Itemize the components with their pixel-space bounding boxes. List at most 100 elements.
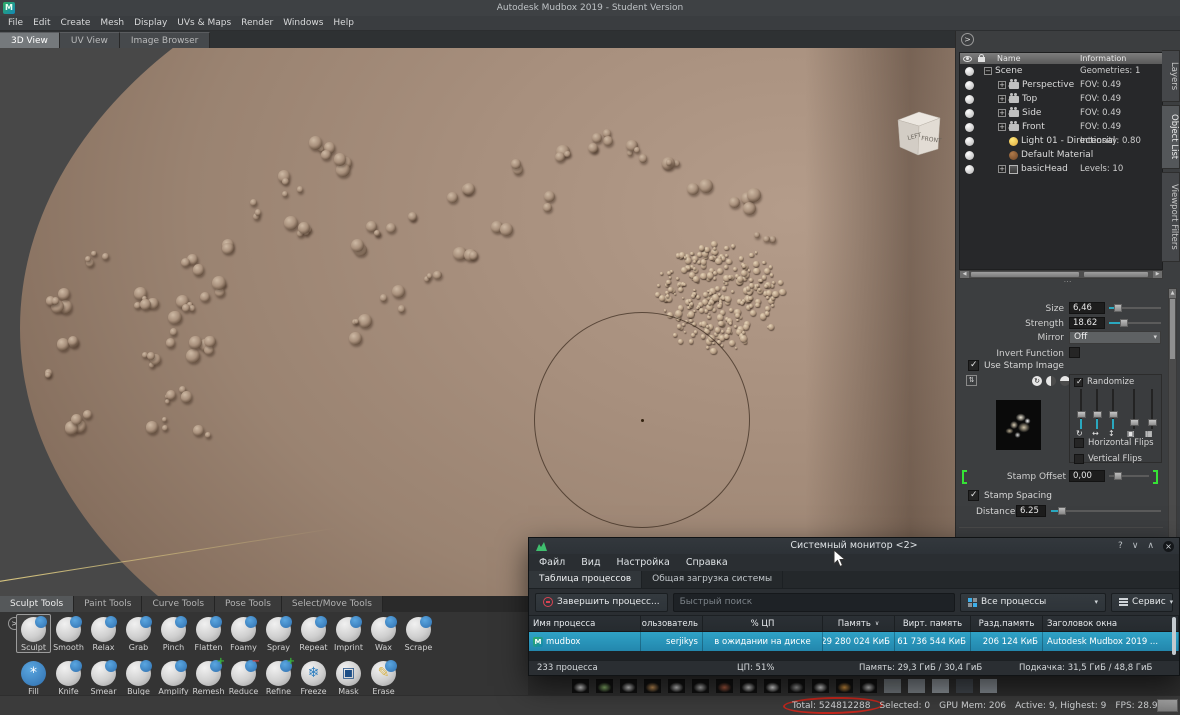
tool-mask[interactable]: Mask bbox=[331, 658, 366, 697]
stamp-thumbnail[interactable] bbox=[884, 678, 901, 693]
stamp-thumbnail[interactable] bbox=[836, 678, 853, 693]
slider-option-icon[interactable]: ↕ bbox=[1108, 429, 1115, 438]
stamp-thumbnail[interactable] bbox=[956, 678, 973, 693]
stamp-thumbnail[interactable] bbox=[932, 678, 949, 693]
scroll-up-icon[interactable]: ▲ bbox=[1169, 289, 1176, 298]
scroll-left-icon[interactable]: ◀ bbox=[960, 271, 969, 278]
slider-handle[interactable] bbox=[1147, 419, 1157, 426]
strength-slider[interactable] bbox=[1109, 317, 1161, 329]
panel-tab-object-list[interactable]: Object List bbox=[1162, 105, 1180, 169]
scene-node-top[interactable]: + Top FOV: 0.49 bbox=[960, 92, 1162, 106]
stamp-thumbnail[interactable] bbox=[980, 678, 997, 693]
slider-handle[interactable] bbox=[1092, 411, 1102, 418]
tool-freeze[interactable]: Freeze bbox=[296, 658, 331, 697]
tool-spray[interactable]: Spray bbox=[261, 614, 296, 653]
tool-reduce[interactable]: − Reduce bbox=[226, 656, 261, 697]
randomize-slider-1[interactable] bbox=[1076, 389, 1086, 429]
sm-tab-таблица-процессов[interactable]: Таблица процессов bbox=[529, 571, 643, 588]
visibility-toggle[interactable] bbox=[965, 122, 974, 132]
close-icon[interactable]: × bbox=[1163, 540, 1174, 552]
panel-splitter[interactable]: ⋯ bbox=[1064, 277, 1073, 286]
sm-tab-общая-загрузка-системы[interactable]: Общая загрузка системы bbox=[642, 571, 784, 588]
tray-tab-curve-tools[interactable]: Curve Tools bbox=[142, 596, 216, 612]
tool-wax[interactable]: Wax bbox=[366, 614, 401, 653]
stamp-thumbnail[interactable] bbox=[740, 678, 757, 693]
rollup-icon[interactable]: ∨ bbox=[1132, 538, 1139, 554]
scene-node-basichead[interactable]: + basicHead Levels: 10 bbox=[960, 162, 1162, 176]
scene-node-default-material[interactable]: Default Material bbox=[960, 148, 1162, 162]
menu-file[interactable]: File bbox=[8, 18, 23, 28]
tool-scrape[interactable]: Scrape bbox=[401, 614, 436, 653]
menu-uvs-maps[interactable]: UVs & Maps bbox=[177, 18, 231, 28]
tool-amplify[interactable]: Amplify bbox=[156, 658, 191, 697]
menu-help[interactable]: Help bbox=[333, 18, 354, 28]
slider-handle[interactable] bbox=[1076, 411, 1086, 418]
view-cube[interactable]: LEFT FRONT bbox=[892, 107, 946, 159]
stamp-thumbnail[interactable] bbox=[716, 678, 733, 693]
tool-fill[interactable]: Fill bbox=[16, 658, 51, 697]
tool-knife[interactable]: Knife bbox=[51, 658, 86, 697]
randomize-checkbox[interactable] bbox=[1074, 377, 1083, 387]
use-stamp-image-checkbox[interactable] bbox=[968, 360, 979, 371]
col-header-заголовок-окна[interactable]: Заголовок окна bbox=[1043, 616, 1179, 631]
properties-vscrollbar[interactable]: ▲ bbox=[1168, 288, 1177, 578]
stamp-spacing-checkbox[interactable] bbox=[968, 490, 979, 501]
stamp-offset-slider[interactable] bbox=[1109, 470, 1149, 482]
rotate-stamp-icon[interactable]: ↻ bbox=[1032, 376, 1042, 386]
sm-menu-настройка[interactable]: Настройка bbox=[617, 557, 670, 568]
maximize-icon[interactable]: ∧ bbox=[1147, 538, 1154, 554]
scene-node-front[interactable]: + Front FOV: 0.49 bbox=[960, 120, 1162, 134]
sm-menu-вид[interactable]: Вид bbox=[581, 557, 600, 568]
tool-refine[interactable]: + Refine bbox=[261, 656, 296, 697]
tool-foamy[interactable]: Foamy bbox=[226, 614, 261, 653]
process-filter-dropdown[interactable]: Все процессы ▾ bbox=[960, 592, 1106, 612]
service-menu-button[interactable]: Сервис ▾ bbox=[1111, 592, 1173, 612]
size-input[interactable]: 6,46 bbox=[1069, 302, 1105, 314]
tool-remesh[interactable]: + Remesh bbox=[191, 656, 226, 697]
visibility-toggle[interactable] bbox=[965, 94, 974, 104]
tool-imprint[interactable]: Imprint bbox=[331, 614, 366, 653]
tool-flatten[interactable]: Flatten bbox=[191, 614, 226, 653]
strength-input[interactable]: 18.62 bbox=[1069, 317, 1105, 329]
distance-input[interactable]: 6.25 bbox=[1016, 505, 1046, 517]
panel-tab-layers[interactable]: Layers bbox=[1162, 50, 1180, 102]
panel-tab-viewport-filters[interactable]: Viewport Filters bbox=[1162, 172, 1180, 262]
end-process-button[interactable]: Завершить процесс... bbox=[535, 592, 668, 612]
tray-tab-select-move-tools[interactable]: Select/Move Tools bbox=[281, 596, 383, 612]
stamp-thumbnail[interactable] bbox=[812, 678, 829, 693]
tool-grab[interactable]: Grab bbox=[121, 614, 156, 653]
menu-display[interactable]: Display bbox=[134, 18, 167, 28]
stamp-thumbnail[interactable] bbox=[572, 678, 589, 693]
mirror-dropdown[interactable]: Off ▾ bbox=[1069, 331, 1161, 344]
name-column-header[interactable]: Name bbox=[997, 54, 1021, 63]
distance-slider[interactable] bbox=[1051, 505, 1161, 517]
randomize-slider-2[interactable] bbox=[1092, 389, 1102, 429]
information-column-header[interactable]: Information bbox=[1080, 54, 1126, 63]
panel-expand-icon[interactable]: > bbox=[961, 33, 974, 46]
view-tab-image-browser[interactable]: Image Browser bbox=[119, 32, 211, 48]
visibility-toggle[interactable] bbox=[965, 150, 974, 160]
object-list-hscrollbar[interactable]: ◀ ▶ bbox=[959, 270, 1163, 279]
visibility-toggle[interactable] bbox=[965, 80, 974, 90]
slider-option-icon[interactable]: ▦ bbox=[1145, 429, 1153, 438]
expand-icon[interactable]: + bbox=[998, 165, 1006, 173]
sm-menu-файл[interactable]: Файл bbox=[539, 557, 565, 568]
tool-repeat[interactable]: Repeat bbox=[296, 614, 331, 653]
help-icon[interactable]: ? bbox=[1118, 538, 1123, 554]
system-monitor-titlebar[interactable]: Системный монитор <2> ? ∨ ∧ × bbox=[529, 538, 1179, 554]
visibility-toggle[interactable] bbox=[965, 164, 974, 174]
tray-tab-sculpt-tools[interactable]: Sculpt Tools bbox=[0, 596, 75, 612]
slider-handle[interactable] bbox=[1129, 419, 1139, 426]
col-header-разд-память[interactable]: Разд.память bbox=[971, 616, 1043, 631]
slider-option-icon[interactable]: ▣ bbox=[1127, 429, 1135, 438]
stamp-thumbnail[interactable] bbox=[764, 678, 781, 693]
tool-sculpt[interactable]: Sculpt bbox=[16, 614, 51, 653]
scene-node-side[interactable]: + Side FOV: 0.49 bbox=[960, 106, 1162, 120]
col-header-цп[interactable]: % ЦП bbox=[703, 616, 823, 631]
visibility-toggle[interactable] bbox=[965, 136, 974, 146]
slider-handle[interactable] bbox=[1108, 411, 1118, 418]
randomize-slider-4[interactable] bbox=[1129, 389, 1139, 429]
collapse-icon[interactable]: − bbox=[984, 67, 992, 75]
horizontal-flips-checkbox[interactable] bbox=[1074, 438, 1084, 448]
tray-tab-paint-tools[interactable]: Paint Tools bbox=[74, 596, 143, 612]
